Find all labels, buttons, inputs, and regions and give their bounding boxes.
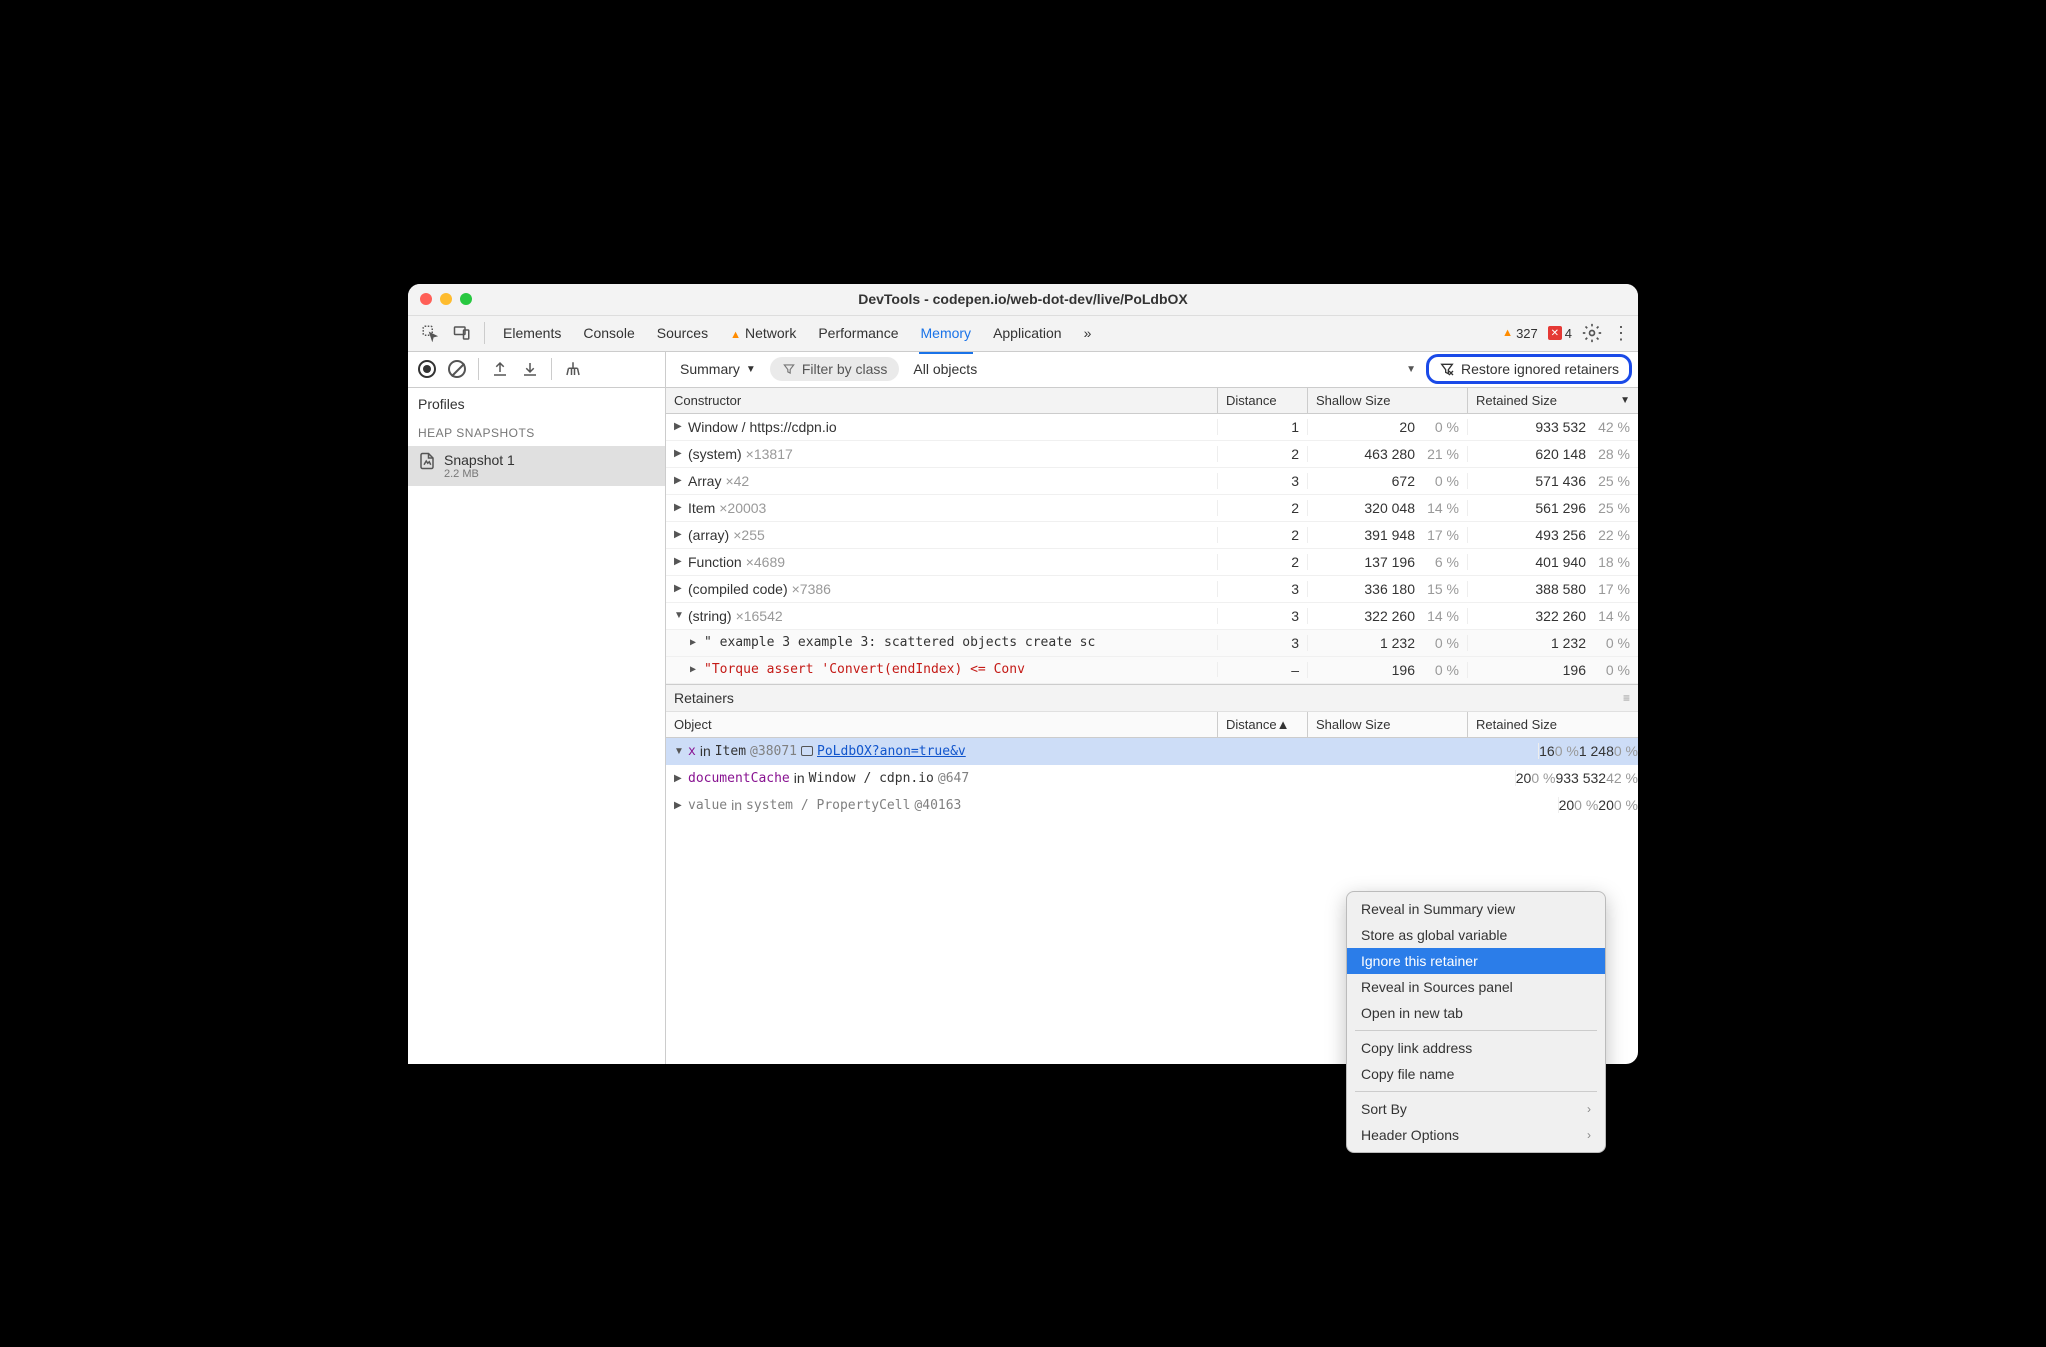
table-row[interactable]: ▶(compiled code) ×7386 3 336 18015 % 388… xyxy=(666,576,1638,603)
ctx-store-global[interactable]: Store as global variable xyxy=(1347,922,1605,948)
table-row[interactable]: ▶Window / https://cdpn.io 1 200 % 933 53… xyxy=(666,414,1638,441)
header-retained-ret[interactable]: Retained Size xyxy=(1468,712,1638,737)
snapshot-size: 2.2 MB xyxy=(444,468,515,480)
snapshot-icon xyxy=(418,452,436,470)
header-shallow-ret[interactable]: Shallow Size xyxy=(1308,712,1468,737)
sort-desc-icon: ▼ xyxy=(1620,395,1630,406)
chevron-right-icon: › xyxy=(1587,1102,1591,1116)
tab-application[interactable]: Application xyxy=(991,319,1064,347)
device-toggle-icon[interactable] xyxy=(448,319,476,347)
main-panel: Constructor Distance Shallow Size Retain… xyxy=(666,388,1638,1064)
table-row[interactable]: ▶(array) ×255 2 391 94817 % 493 25622 % xyxy=(666,522,1638,549)
broom-icon[interactable] xyxy=(560,356,586,382)
panel-tabs: Elements Console Sources Network Perform… xyxy=(501,319,1093,347)
tab-memory[interactable]: Memory xyxy=(919,319,974,347)
ctx-header-options[interactable]: Header Options› xyxy=(1347,1122,1605,1148)
table-row[interactable]: ▶Item ×20003 2 320 04814 % 561 29625 % xyxy=(666,495,1638,522)
table-row-child[interactable]: ▶"Torque assert 'Convert(endIndex) <= Co… xyxy=(666,657,1638,684)
header-constructor[interactable]: Constructor xyxy=(666,388,1218,413)
tab-elements[interactable]: Elements xyxy=(501,319,563,347)
ctx-copy-link[interactable]: Copy link address xyxy=(1347,1035,1605,1061)
snapshot-item[interactable]: Snapshot 1 2.2 MB xyxy=(408,446,665,486)
toolbar: Summary▼ Filter by class All objects ▼ R… xyxy=(408,352,1638,388)
more-icon[interactable]: ⋮ xyxy=(1612,323,1630,344)
table-row[interactable]: ▶(system) ×13817 2 463 28021 % 620 14828… xyxy=(666,441,1638,468)
header-shallow[interactable]: Shallow Size xyxy=(1308,388,1468,413)
tab-console[interactable]: Console xyxy=(581,319,636,347)
retainers-menu-icon[interactable]: ≡ xyxy=(1623,691,1630,705)
table-row-child[interactable]: ▶" example 3 example 3: scattered object… xyxy=(666,630,1638,657)
error-count[interactable]: ✕4 xyxy=(1548,326,1572,341)
warning-count[interactable]: ▲327 xyxy=(1502,326,1538,341)
header-distance[interactable]: Distance xyxy=(1218,388,1308,413)
context-menu: Reveal in Summary view Store as global v… xyxy=(1346,891,1606,1153)
record-button[interactable] xyxy=(414,356,440,382)
table-body: ▶Window / https://cdpn.io 1 200 % 933 53… xyxy=(666,414,1638,684)
divider xyxy=(484,322,485,344)
titlebar: DevTools - codepen.io/web-dot-dev/live/P… xyxy=(408,284,1638,316)
retainer-row[interactable]: ▼x in Item @38071 PoLdbOX?anon=true&v 16… xyxy=(666,738,1638,765)
view-dropdown[interactable]: Summary▼ xyxy=(672,361,764,377)
gear-icon[interactable] xyxy=(1582,323,1602,343)
sidebar: Profiles HEAP SNAPSHOTS Snapshot 1 2.2 M… xyxy=(408,388,666,1064)
retainers-body: ▼x in Item @38071 PoLdbOX?anon=true&v 16… xyxy=(666,738,1638,819)
tabstrip: Elements Console Sources Network Perform… xyxy=(408,316,1638,352)
tab-overflow-icon[interactable]: » xyxy=(1082,319,1094,347)
retainer-row[interactable]: ▶documentCache in Window / cdpn.io @647 … xyxy=(666,765,1638,792)
devtools-window: DevTools - codepen.io/web-dot-dev/live/P… xyxy=(408,284,1638,1064)
ctx-open-tab[interactable]: Open in new tab xyxy=(1347,1000,1605,1026)
table-row[interactable]: ▶Array ×42 3 6720 % 571 43625 % xyxy=(666,468,1638,495)
filter-input[interactable]: Filter by class xyxy=(770,357,900,381)
restore-ignored-retainers-button[interactable]: Restore ignored retainers xyxy=(1426,354,1632,384)
table-row[interactable]: ▶Function ×4689 2 137 1966 % 401 94018 % xyxy=(666,549,1638,576)
header-retained[interactable]: Retained Size▼ xyxy=(1468,388,1638,413)
toolbar-right: Summary▼ Filter by class All objects ▼ R… xyxy=(666,352,1638,387)
table-row[interactable]: ▼(string) ×16542 3 322 26014 % 322 26014… xyxy=(666,603,1638,630)
snapshot-name: Snapshot 1 xyxy=(444,452,515,468)
tab-sources[interactable]: Sources xyxy=(655,319,710,347)
retainers-header: Retainers ≡ xyxy=(666,684,1638,712)
window-title: DevTools - codepen.io/web-dot-dev/live/P… xyxy=(408,291,1638,307)
clear-button[interactable] xyxy=(444,356,470,382)
ctx-reveal-sources[interactable]: Reveal in Sources panel xyxy=(1347,974,1605,1000)
chevron-right-icon: › xyxy=(1587,1128,1591,1142)
ctx-reveal-summary[interactable]: Reveal in Summary view xyxy=(1347,896,1605,922)
upload-icon[interactable] xyxy=(487,356,513,382)
inspect-icon[interactable] xyxy=(416,319,444,347)
heap-snapshots-label: HEAP SNAPSHOTS xyxy=(408,420,665,446)
profiles-label: Profiles xyxy=(408,388,665,420)
status-bar: ▲327 ✕4 ⋮ xyxy=(1502,323,1630,344)
header-distance-ret[interactable]: Distance▲ xyxy=(1218,712,1308,737)
all-objects-dropdown[interactable]: All objects xyxy=(905,361,985,377)
tab-performance[interactable]: Performance xyxy=(816,319,900,347)
table-header: Constructor Distance Shallow Size Retain… xyxy=(666,388,1638,414)
retainers-table-header: Object Distance▲ Shallow Size Retained S… xyxy=(666,712,1638,738)
ctx-sort-by[interactable]: Sort By› xyxy=(1347,1096,1605,1122)
ctx-copy-file[interactable]: Copy file name xyxy=(1347,1061,1605,1087)
retainer-row[interactable]: ▶value in system / PropertyCell @40163 2… xyxy=(666,792,1638,819)
body: Profiles HEAP SNAPSHOTS Snapshot 1 2.2 M… xyxy=(408,388,1638,1064)
toolbar-left xyxy=(408,352,666,387)
header-object[interactable]: Object xyxy=(666,712,1218,737)
filter-icon xyxy=(782,362,796,376)
download-icon[interactable] xyxy=(517,356,543,382)
filter-x-icon xyxy=(1439,361,1455,377)
tab-network[interactable]: Network xyxy=(728,319,798,347)
ctx-ignore-retainer[interactable]: Ignore this retainer xyxy=(1347,948,1605,974)
